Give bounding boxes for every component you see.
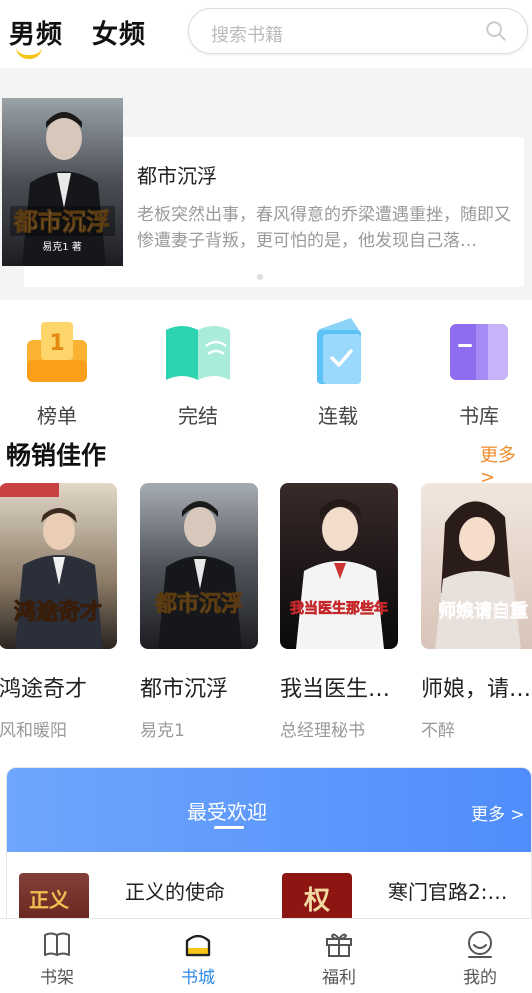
category-rank-label: 榜单	[37, 404, 77, 428]
top-header: 男频 女频 搜索书籍	[0, 0, 532, 68]
book-author: 不醉	[421, 721, 455, 741]
serial-icon	[317, 318, 361, 384]
book-card[interactable]: 都市沉浮 都市沉浮 易克1	[140, 483, 258, 741]
bookstore-icon	[185, 934, 211, 957]
carousel-dot[interactable]	[257, 274, 263, 280]
tab-welfare[interactable]: 福利	[299, 929, 379, 988]
book-cover[interactable]: 都市沉浮	[140, 483, 258, 649]
tab-bookshelf-label: 书架	[40, 968, 74, 988]
book-cover[interactable]: 鸿途奇才	[0, 483, 117, 649]
popular-header: 最受欢迎 更多 >	[7, 768, 531, 852]
category-completed[interactable]: 完结	[158, 316, 238, 429]
category-completed-label: 完结	[178, 404, 218, 428]
search-placeholder: 搜索书籍	[211, 25, 283, 46]
book-cover[interactable]: 我当医生那些年	[280, 483, 398, 649]
svg-text:1: 1	[49, 331, 64, 356]
book-title[interactable]: 我当医生的那些年	[280, 671, 398, 703]
banner-cover-author: 易克1 著	[42, 240, 82, 253]
tab-male[interactable]: 男频	[9, 14, 63, 51]
book-open-icon	[166, 326, 230, 380]
svg-text:权: 权	[303, 886, 330, 916]
search-icon[interactable]	[485, 20, 507, 42]
popular-book-title[interactable]: 寒门官路2:…	[388, 876, 507, 905]
bottom-tab-bar: 书架 书城 福利 我的	[0, 918, 532, 993]
book-card[interactable]: 鸿途奇才 鸿途奇才 风和暖阳	[0, 483, 117, 741]
banner-book-cover[interactable]: 都市沉浮 易克1 著	[2, 98, 123, 266]
tab-welfare-label: 福利	[322, 968, 356, 988]
category-serial-label: 连载	[318, 404, 358, 428]
tab-bookshelf[interactable]: 书架	[17, 929, 97, 988]
svg-text:正义: 正义	[29, 888, 69, 912]
bestsellers-more-link[interactable]: 更多 >	[480, 441, 532, 488]
search-box[interactable]: 搜索书籍	[188, 8, 528, 54]
library-icon	[450, 324, 508, 380]
category-serial[interactable]: 连载	[298, 316, 378, 429]
popular-book-title[interactable]: 正义的使命	[125, 876, 225, 905]
book-cover-title: 都市沉浮	[154, 591, 243, 617]
book-author: 总经理秘书	[280, 721, 365, 741]
book-cover[interactable]: 师娘请自重	[421, 483, 532, 649]
popular-section: 最受欢迎 更多 > 正义 正义的使命 权 寒门官路2:…	[6, 767, 532, 927]
book-card[interactable]: 我当医生那些年 我当医生的那些年 总经理秘书	[280, 483, 398, 741]
book-cover-title: 我当医生那些年	[290, 600, 388, 617]
category-rank[interactable]: 1 榜单	[17, 316, 97, 429]
book-title[interactable]: 鸿途奇才	[0, 671, 117, 703]
book-title[interactable]: 师娘，请自重	[421, 671, 532, 703]
gift-icon	[326, 933, 352, 957]
popular-title-underline	[214, 826, 244, 829]
rank-icon: 1	[27, 322, 87, 382]
book-author: 易克1	[140, 721, 185, 741]
book-author: 风和暖阳	[0, 721, 67, 741]
banner-book-title: 都市沉浮	[137, 164, 217, 188]
banner-book-description: 老板突然出事，春风得意的乔梁遭遇重挫，随即又惨遭妻子背叛，更可怕的是，他发现自己…	[137, 205, 511, 251]
tab-profile[interactable]: 我的	[440, 929, 520, 988]
featured-banner[interactable]: 都市沉浮 易克1 著 都市沉浮 老板突然出事，春风得意的乔梁遭遇重挫，随即又惨遭…	[0, 68, 532, 300]
book-cover-title: 鸿途奇才	[14, 599, 102, 625]
profile-icon	[468, 931, 492, 958]
tab-bookstore-label: 书城	[181, 968, 215, 988]
banner-cover-title: 都市沉浮	[13, 207, 110, 236]
book-cover-title: 师娘请自重	[438, 600, 528, 622]
tab-profile-label: 我的	[463, 968, 497, 988]
book-card[interactable]: 师娘请自重 师娘，请自重 不醉	[421, 483, 532, 741]
active-tab-indicator	[16, 47, 42, 59]
popular-more-link[interactable]: 更多 >	[471, 800, 525, 825]
bookshelf-icon	[44, 932, 70, 956]
bestsellers-title: 畅销佳作	[6, 441, 107, 470]
category-library[interactable]: 书库	[439, 316, 519, 429]
popular-title: 最受欢迎	[187, 800, 267, 824]
tab-female[interactable]: 女频	[92, 14, 146, 51]
tab-bookstore[interactable]: 书城	[158, 929, 238, 988]
book-title[interactable]: 都市沉浮	[140, 671, 258, 703]
category-library-label: 书库	[459, 404, 499, 428]
